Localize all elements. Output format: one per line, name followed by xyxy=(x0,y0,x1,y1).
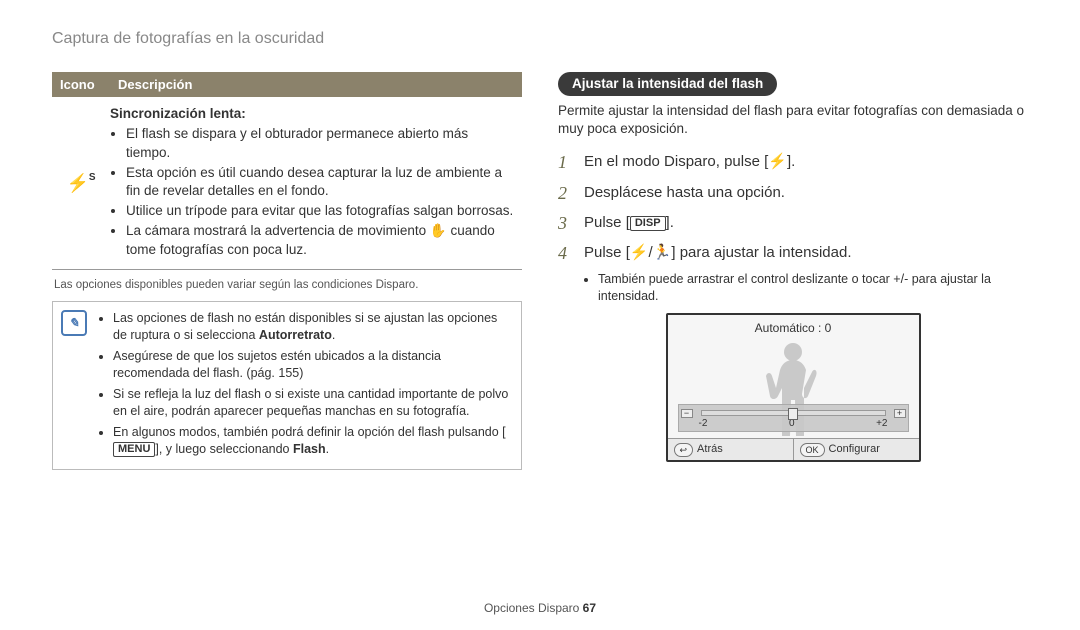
back-icon: ↩ xyxy=(674,443,694,457)
slider-min-label: -2 xyxy=(699,417,708,431)
info-bullet: Las opciones de flash no están disponibl… xyxy=(113,310,513,344)
row-bullet: Utilice un trípode para evitar que las f… xyxy=(126,202,516,220)
info-icon: ✎ xyxy=(61,310,87,336)
info-bullet: En algunos modos, también podrá definir … xyxy=(113,424,513,458)
info-bullet: Si se refleja la luz del flash o si exis… xyxy=(113,386,513,420)
slider-minus-button[interactable]: − xyxy=(681,409,693,418)
page-title: Captura de fotografías en la oscuridad xyxy=(52,28,1028,50)
row-bullet: Esta opción es útil cuando desea captura… xyxy=(126,164,516,200)
step-number: 2 xyxy=(558,181,576,205)
page-footer: Opciones Disparo 67 xyxy=(0,600,1080,616)
screen-ok-button[interactable]: OK Configurar xyxy=(794,439,919,460)
info-bullet: Asegúrese de que los sujetos estén ubica… xyxy=(113,348,513,382)
step-sub-bullet: También puede arrastrar el control desli… xyxy=(598,271,1028,305)
slider-max-label: +2 xyxy=(876,417,887,431)
menu-key: MENU xyxy=(113,442,155,457)
table-header: Icono Descripción xyxy=(52,72,522,98)
ok-icon: OK xyxy=(800,443,825,457)
slider-track[interactable] xyxy=(701,410,886,416)
step-number: 4 xyxy=(558,241,576,265)
table-head-desc: Descripción xyxy=(110,72,522,98)
step-number: 3 xyxy=(558,211,576,235)
screen-title: Automático : 0 xyxy=(668,315,919,338)
step-text: En el modo Disparo, pulse [⚡]. xyxy=(584,150,795,174)
disp-key: DISP xyxy=(630,216,666,231)
screen-back-button[interactable]: ↩ Atrás xyxy=(668,439,794,460)
intensity-slider[interactable]: − + -2 0 +2 xyxy=(678,404,909,433)
row-bullet: El flash se dispara y el obturador perma… xyxy=(126,125,516,161)
slider-thumb[interactable] xyxy=(788,408,798,420)
row-title: Sincronización lenta: xyxy=(110,106,246,121)
step-text: Pulse [DISP]. xyxy=(584,211,674,235)
table-row: ⚡S Sincronización lenta: El flash se dis… xyxy=(52,97,522,270)
camera-screen: Automático : 0 − + xyxy=(666,313,921,462)
slider-plus-button[interactable]: + xyxy=(894,409,906,418)
step-text: Pulse [⚡/🏃] para ajustar la intensidad. xyxy=(584,241,852,265)
left-column: Icono Descripción ⚡S Sincronización lent… xyxy=(52,72,522,471)
conditions-note: Las opciones disponibles pueden variar s… xyxy=(54,278,520,294)
row-bullet: La cámara mostrará la advertencia de mov… xyxy=(126,222,516,258)
step-number: 1 xyxy=(558,150,576,174)
table-head-icon: Icono xyxy=(52,72,110,98)
section-intro: Permite ajustar la intensidad del flash … xyxy=(558,102,1028,138)
right-column: Ajustar la intensidad del flash Permite … xyxy=(558,72,1028,471)
section-heading: Ajustar la intensidad del flash xyxy=(558,72,777,96)
step-text: Desplácese hasta una opción. xyxy=(584,181,785,205)
flash-slow-sync-icon: ⚡S xyxy=(52,103,110,263)
info-box: ✎ Las opciones de flash no están disponi… xyxy=(52,301,522,470)
